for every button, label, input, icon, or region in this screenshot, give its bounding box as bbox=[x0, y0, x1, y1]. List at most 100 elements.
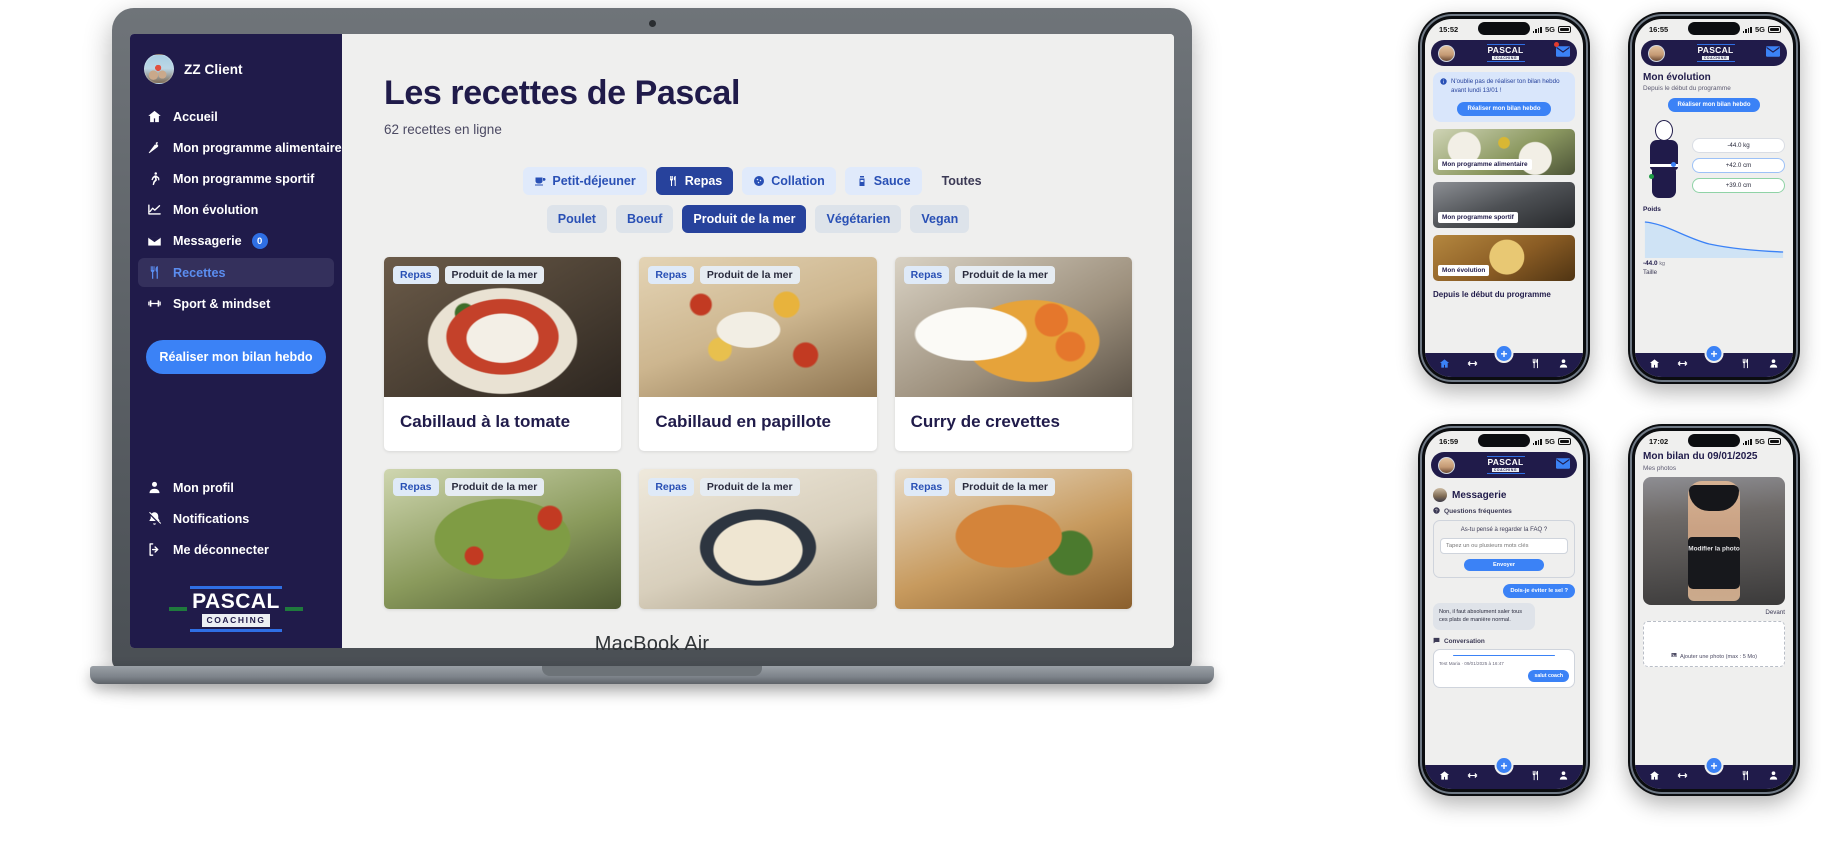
sidebar-item-programme-sportif[interactable]: Mon programme sportif bbox=[138, 164, 334, 193]
envelope-icon[interactable] bbox=[1766, 44, 1780, 62]
filters: Petit-déjeuner Repas Collation Sauce Tou… bbox=[384, 167, 1132, 233]
sidebar-item-label: Mon évolution bbox=[173, 202, 259, 217]
recipe-card[interactable]: Repas Produit de la mer bbox=[894, 469, 1132, 609]
phone-mockup-messages: 16:59 5G PASCAL COACHING Messagerie Ques… bbox=[1418, 424, 1590, 796]
realiser-bilan-hebdo-button[interactable]: Réaliser mon bilan hebdo bbox=[1668, 98, 1760, 112]
tab-dumbbell-icon[interactable] bbox=[1467, 768, 1478, 786]
body-figure-icon bbox=[1643, 120, 1685, 198]
filter-vegetarien[interactable]: Végétarien bbox=[815, 205, 902, 233]
tab-profile-icon[interactable] bbox=[1558, 768, 1569, 786]
measure-dot-blue bbox=[1671, 162, 1676, 167]
recipe-card[interactable]: Repas Produit de la mer bbox=[384, 469, 622, 609]
add-photo-button[interactable]: Ajouter une photo (max : 5 Mo) bbox=[1643, 621, 1785, 667]
sidebar-item-deconnexion[interactable]: Me déconnecter bbox=[138, 535, 334, 564]
tile-programme-alimentaire[interactable]: Mon programme alimentaire bbox=[1433, 128, 1575, 175]
filter-produit-de-la-mer[interactable]: Produit de la mer bbox=[682, 205, 807, 233]
sidebar-user[interactable]: ZZ Client bbox=[130, 50, 342, 102]
weight-chart bbox=[1643, 216, 1785, 258]
sidebar-item-programme-alimentaire[interactable]: Mon programme alimentaire bbox=[138, 133, 342, 162]
envelope-icon[interactable] bbox=[1554, 42, 1570, 62]
edit-photo-label[interactable]: Modifier la photo bbox=[1688, 545, 1739, 552]
tab-home-icon[interactable] bbox=[1439, 768, 1450, 786]
tab-cutlery-icon[interactable] bbox=[1740, 356, 1751, 374]
realiser-bilan-hebdo-button[interactable]: Réaliser mon bilan hebdo bbox=[1457, 101, 1551, 116]
chat-icon bbox=[1433, 637, 1440, 646]
laptop-body: ZZ Client Accueil Mon programme alimenta… bbox=[112, 8, 1192, 670]
jar-icon bbox=[856, 175, 868, 187]
measure-chip-green: +39.0 cm bbox=[1692, 178, 1785, 193]
envelope-icon[interactable] bbox=[1556, 456, 1570, 474]
sidebar-item-accueil[interactable]: Accueil bbox=[138, 102, 334, 131]
realiser-bilan-hebdo-button[interactable]: Réaliser mon bilan hebdo bbox=[146, 340, 326, 374]
filter-collation[interactable]: Collation bbox=[742, 167, 836, 195]
filter-sauce[interactable]: Sauce bbox=[844, 167, 922, 195]
filter-poulet[interactable]: Poulet bbox=[546, 205, 607, 233]
filter-vegan[interactable]: Vegan bbox=[910, 205, 970, 233]
recipe-tag-meal: Repas bbox=[903, 478, 950, 496]
recipe-card[interactable]: Repas Produit de la mer Cabillaud à la t… bbox=[384, 257, 622, 451]
tab-cutlery-icon[interactable] bbox=[1530, 356, 1541, 374]
tab-cutlery-icon[interactable] bbox=[1740, 768, 1751, 786]
faq-header[interactable]: Questions fréquentes bbox=[1433, 507, 1575, 516]
signal-icon bbox=[1532, 438, 1542, 445]
faq-search-input[interactable] bbox=[1440, 538, 1568, 554]
sidebar-item-evolution[interactable]: Mon évolution bbox=[138, 195, 334, 224]
sidebar-item-messagerie[interactable]: Messagerie 0 bbox=[138, 226, 334, 256]
signal-icon bbox=[1742, 26, 1752, 33]
sidebar-item-label: Sport & mindset bbox=[173, 296, 271, 311]
tab-profile-icon[interactable] bbox=[1768, 768, 1779, 786]
tab-dumbbell-icon[interactable] bbox=[1677, 768, 1688, 786]
conversation-bubble: salut coach bbox=[1528, 670, 1569, 683]
conversation-card[interactable]: Test Maria · 09/01/2025 à 16:47 salut co… bbox=[1433, 648, 1575, 689]
filter-repas[interactable]: Repas bbox=[655, 167, 734, 195]
tab-profile-icon[interactable] bbox=[1558, 356, 1569, 374]
progress-photo[interactable]: Modifier la photo bbox=[1643, 477, 1785, 605]
add-button[interactable]: + bbox=[1494, 756, 1514, 775]
phone-notch bbox=[1478, 22, 1530, 35]
weight-value: -44.0 kg bbox=[1643, 260, 1665, 267]
add-photo-label: Ajouter une photo (max : 5 Mo) bbox=[1679, 654, 1758, 660]
add-button[interactable]: + bbox=[1704, 756, 1724, 775]
add-button[interactable]: + bbox=[1494, 344, 1514, 363]
logo-name: PASCAL bbox=[1487, 45, 1524, 56]
recipe-card[interactable]: Repas Produit de la mer Cabillaud en pap… bbox=[639, 257, 877, 451]
network-label: 5G bbox=[1754, 437, 1765, 446]
recipe-card[interactable]: Repas Produit de la mer Curry de crevett… bbox=[894, 257, 1132, 451]
bell-slash-icon bbox=[146, 511, 163, 526]
tile-programme-sportif[interactable]: Mon programme sportif bbox=[1433, 181, 1575, 228]
page-subtitle: Depuis le début du programme bbox=[1643, 85, 1731, 92]
message-bubble-incoming: Non, il faut absolument saler tous ces p… bbox=[1433, 603, 1536, 630]
phone-messages-screen: 16:59 5G PASCAL COACHING Messagerie Ques… bbox=[1425, 431, 1583, 789]
filter-petit-dejeuner[interactable]: Petit-déjeuner bbox=[523, 167, 647, 195]
sidebar-item-notifications[interactable]: Notifications bbox=[138, 504, 334, 533]
filter-boeuf[interactable]: Boeuf bbox=[615, 205, 674, 233]
tab-home-icon[interactable] bbox=[1649, 768, 1660, 786]
network-label: 5G bbox=[1544, 437, 1555, 446]
conversation-header: Conversation bbox=[1433, 637, 1575, 646]
tab-home-icon[interactable] bbox=[1439, 356, 1450, 374]
avatar[interactable] bbox=[1438, 44, 1455, 62]
tab-profile-icon[interactable] bbox=[1768, 356, 1779, 374]
sidebar-item-sport-mindset[interactable]: Sport & mindset bbox=[138, 289, 334, 318]
tile-label: Mon programme sportif bbox=[1438, 211, 1518, 223]
tab-dumbbell-icon[interactable] bbox=[1467, 356, 1478, 374]
carrot-icon bbox=[146, 140, 163, 155]
sidebar-item-recettes[interactable]: Recettes bbox=[138, 258, 334, 287]
avatar[interactable] bbox=[1438, 456, 1455, 474]
tab-home-icon[interactable] bbox=[1649, 356, 1660, 374]
filter-label: Petit-déjeuner bbox=[552, 174, 636, 188]
filter-toutes[interactable]: Toutes bbox=[931, 167, 993, 195]
phone-mockup-report: 17:02 5G Mon bilan du 09/01/2025 Mes pho… bbox=[1628, 424, 1800, 796]
sidebar-item-mon-profil[interactable]: Mon profil bbox=[138, 473, 334, 502]
recipe-card[interactable]: Repas Produit de la mer bbox=[639, 469, 877, 609]
logo-name: PASCAL bbox=[1697, 45, 1734, 56]
send-button[interactable]: Envoyer bbox=[1464, 559, 1544, 571]
tab-dumbbell-icon[interactable] bbox=[1677, 356, 1688, 374]
tile-mon-evolution[interactable]: Mon évolution bbox=[1433, 234, 1575, 281]
phone-app-header: PASCAL COACHING bbox=[1431, 452, 1577, 478]
tab-cutlery-icon[interactable] bbox=[1530, 768, 1541, 786]
recipe-title: Curry de crevettes bbox=[910, 412, 1060, 431]
add-button[interactable]: + bbox=[1704, 344, 1724, 363]
tile-label: Mon évolution bbox=[1438, 264, 1490, 276]
avatar[interactable] bbox=[1648, 44, 1665, 62]
